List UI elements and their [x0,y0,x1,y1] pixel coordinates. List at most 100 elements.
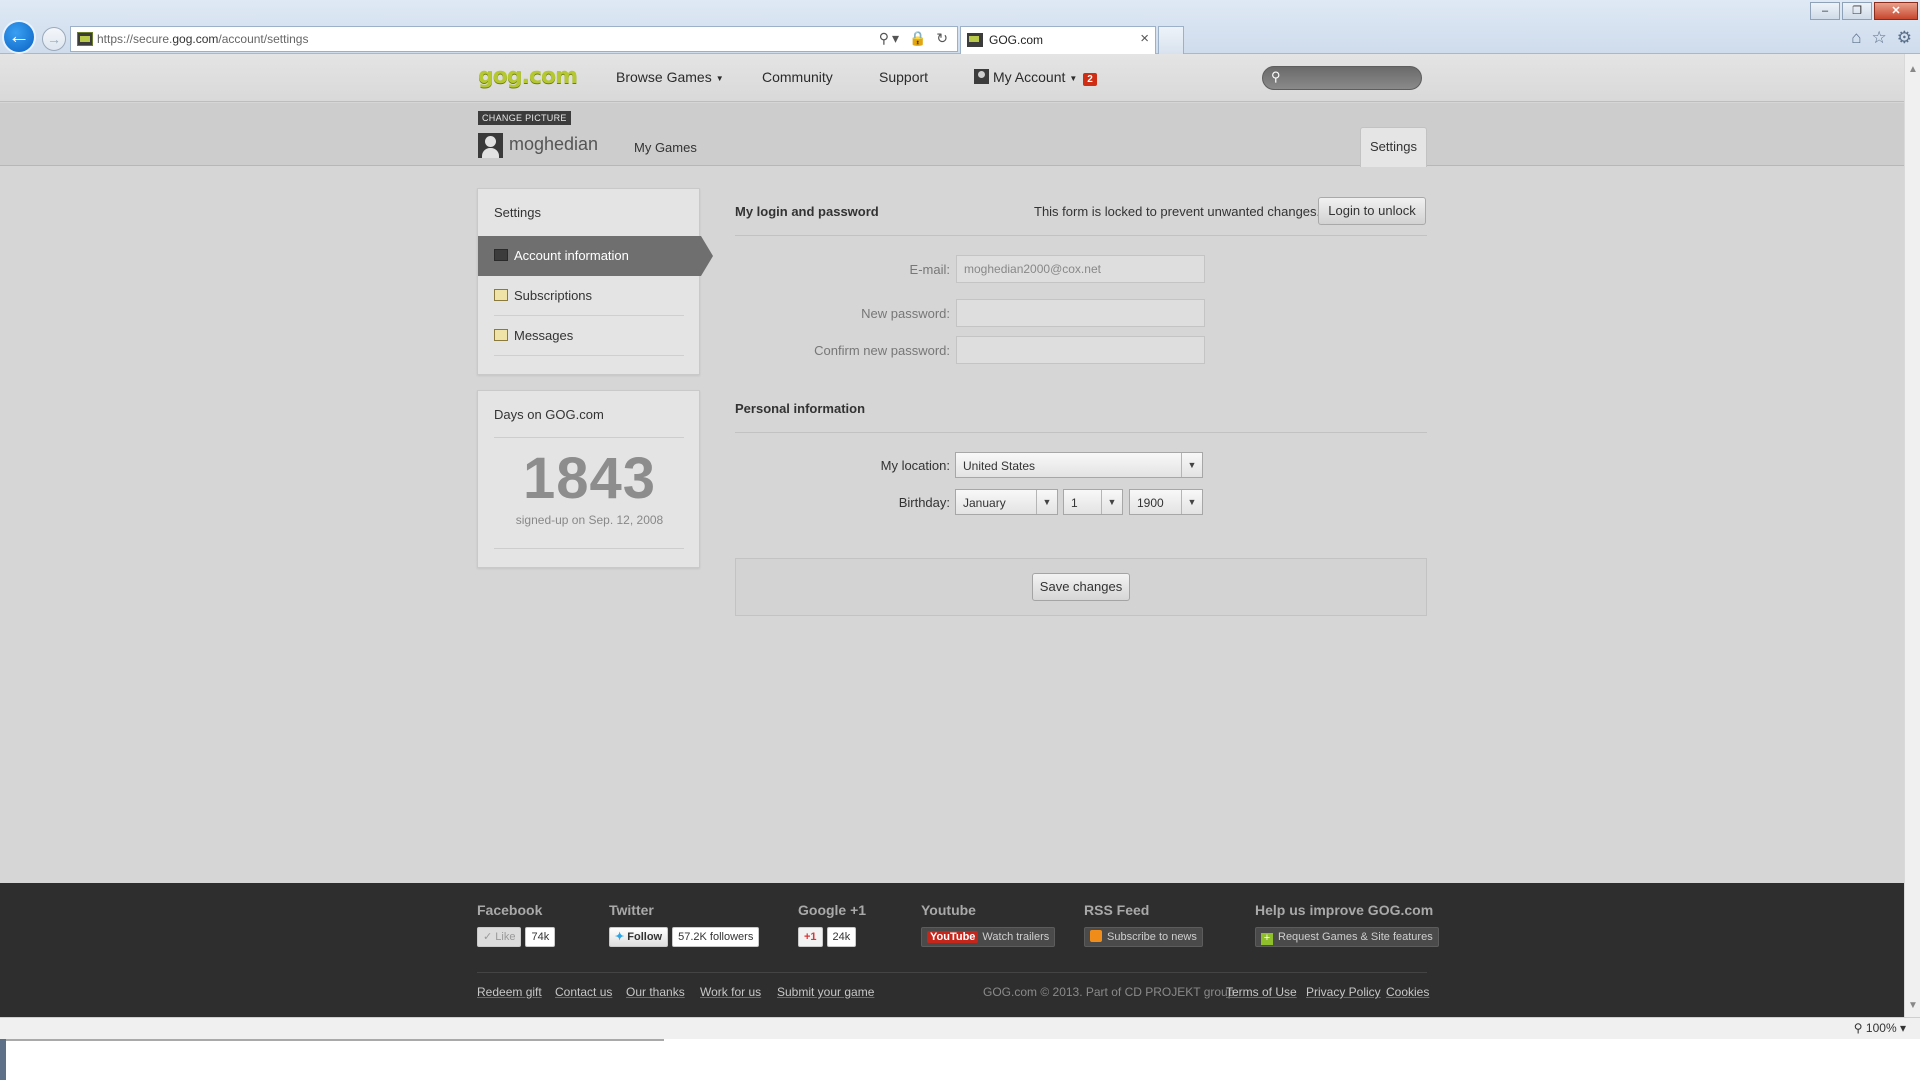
settings-gear-icon[interactable]: ⚙ [1897,28,1912,48]
confirm-password-label: Confirm new password: [814,343,950,358]
footer-link-contact-us[interactable]: Contact us [555,985,612,999]
user-avatar[interactable] [478,133,503,158]
sidebar-item-account-information[interactable]: Account information [478,236,713,276]
month-value: January [963,496,1006,510]
notification-badge: 2 [1083,73,1097,86]
divider [494,548,684,549]
close-window-button[interactable]: ✕ [1874,2,1918,20]
save-box: Save changes [735,558,1427,616]
location-value: United States [963,459,1036,473]
birthday-label: Birthday: [898,495,950,510]
footer-link-terms[interactable]: Terms of Use [1226,985,1297,999]
username: moghedian [509,134,599,154]
birthday-month-select[interactable]: January ▼ [955,489,1058,515]
browser-tab[interactable]: GOG.com × [960,26,1156,54]
tab-my-games[interactable]: My Games [634,140,697,155]
address-bar[interactable]: https://secure.gog.com/account/settings … [70,26,958,52]
footer-link-cookies[interactable]: Cookies [1386,985,1429,999]
watch-trailers-button[interactable]: YouTube Watch trailers [921,927,1056,947]
like-count: 74k [525,927,556,947]
twitter-bird-icon: ✦ [615,931,625,943]
address-tools[interactable]: ⚲▾ 🔒 ↻ [879,30,951,47]
search-input[interactable]: ⚲ [1262,66,1422,90]
url-text[interactable]: https://secure.gog.com/account/settings [97,32,308,46]
chevron-down-icon: ▼ [1069,74,1078,83]
request-label: Request Games & Site features [1278,931,1433,943]
profile-bar: CHANGE PICTURE moghedian My Games Settin… [0,103,1904,167]
login-to-unlock-button[interactable]: Login to unlock [1318,197,1426,225]
vertical-scrollbar[interactable]: ▲ ▼ [1904,54,1920,1017]
email-field[interactable]: moghedian2000@cox.net [956,255,1205,283]
zoom-control[interactable]: ⚲ 100% ▾ [1854,1021,1906,1035]
taskbar-strip [0,1039,664,1041]
divider [494,437,684,438]
nav-community[interactable]: Community [762,69,833,85]
birthday-day-select[interactable]: 1 ▼ [1063,489,1123,515]
like-label: Like [495,931,516,943]
close-tab-icon[interactable]: × [1140,30,1149,47]
subscribe-news-button[interactable]: Subscribe to news [1084,927,1203,947]
twitter-follow-button[interactable]: ✦ Follow [609,927,669,947]
new-password-field[interactable] [956,299,1205,327]
google-plus-widget: +1 24k [798,927,857,947]
rss-icon [1090,930,1102,942]
scroll-up-icon[interactable]: ▲ [1908,64,1918,75]
home-icon[interactable]: ⌂ [1851,28,1861,48]
footer-help-heading: Help us improve GOG.com [1255,902,1434,918]
plus-icon: + [1261,933,1273,945]
chevron-down-icon: ▾ [1899,1021,1906,1035]
followers-count: 57.2K followers [672,927,760,947]
nav-my-account[interactable]: My Account ▼ 2 [974,69,1097,86]
new-tab-button[interactable] [1158,26,1184,54]
google-plus-button[interactable]: +1 [798,927,823,947]
copyright: GOG.com © 2013. Part of CD PROJEKT group… [983,985,1238,999]
site-favicon-icon [77,32,93,46]
url-domain: gog.com [172,32,219,46]
footer-link-redeem-gift[interactable]: Redeem gift [477,985,542,999]
refresh-icon[interactable]: ↻ [936,30,951,46]
section-title-login: My login and password [735,204,879,219]
email-label: E-mail: [909,262,950,277]
birthday-year-select[interactable]: 1900 ▼ [1129,489,1203,515]
minimize-button[interactable]: – [1810,2,1840,20]
favorites-star-icon[interactable]: ☆ [1872,28,1887,48]
change-picture-button[interactable]: CHANGE PICTURE [478,111,571,125]
zoom-icon: ⚲ [1853,1021,1863,1035]
sidebar-item-content: Account information [494,248,629,263]
facebook-like-button[interactable]: ✓ Like [477,927,522,947]
footer-link-privacy[interactable]: Privacy Policy [1306,985,1381,999]
divider [735,235,1427,236]
footer-twitter-heading: Twitter [609,902,654,918]
scroll-down-icon[interactable]: ▼ [1908,1000,1918,1011]
tab-settings[interactable]: Settings [1360,127,1427,167]
nav-support[interactable]: Support [879,69,928,85]
nav-browse-games[interactable]: Browse Games ▼ [616,69,724,85]
twitter-follow-widget: ✦ Follow 57.2K followers [609,927,760,947]
days-on-gog-panel: Days on GOG.com 1843 signed-up on Sep. 1… [477,390,700,568]
footer-link-our-thanks[interactable]: Our thanks [626,985,685,999]
browser-toolbar: ← → https://secure.gog.com/account/setti… [0,0,1920,54]
sidebar-item-subscriptions[interactable]: Subscriptions [494,276,684,316]
back-button[interactable]: ← [2,20,36,54]
footer-link-submit-game[interactable]: Submit your game [777,985,874,999]
sidebar-item-messages[interactable]: Messages [494,316,684,356]
footer: Facebook Twitter Google +1 Youtube RSS F… [0,883,1904,1017]
site-header: gog.com Browse Games ▼ Community Support … [0,54,1904,102]
footer-facebook-heading: Facebook [477,902,543,918]
gog-logo[interactable]: gog.com [478,64,578,89]
request-features-button[interactable]: + Request Games & Site features [1255,927,1439,947]
signup-date: signed-up on Sep. 12, 2008 [515,513,664,527]
taskbar-marker [0,1039,6,1080]
watch-trailers-label: Watch trailers [982,931,1050,943]
location-label: My location: [880,458,950,473]
footer-link-work-for-us[interactable]: Work for us [700,985,761,999]
restore-button[interactable]: ❐ [1842,2,1872,20]
rss-widget: Subscribe to news [1084,927,1203,947]
nav-account-label: My Account [993,69,1066,85]
confirm-password-field[interactable] [956,336,1205,364]
location-select[interactable]: United States ▼ [955,452,1203,478]
forward-button[interactable]: → [42,27,66,51]
lock-icon[interactable]: 🔒 [909,30,929,46]
search-dropdown-icon[interactable]: ⚲▾ [879,30,902,46]
save-changes-button[interactable]: Save changes [1032,573,1130,601]
